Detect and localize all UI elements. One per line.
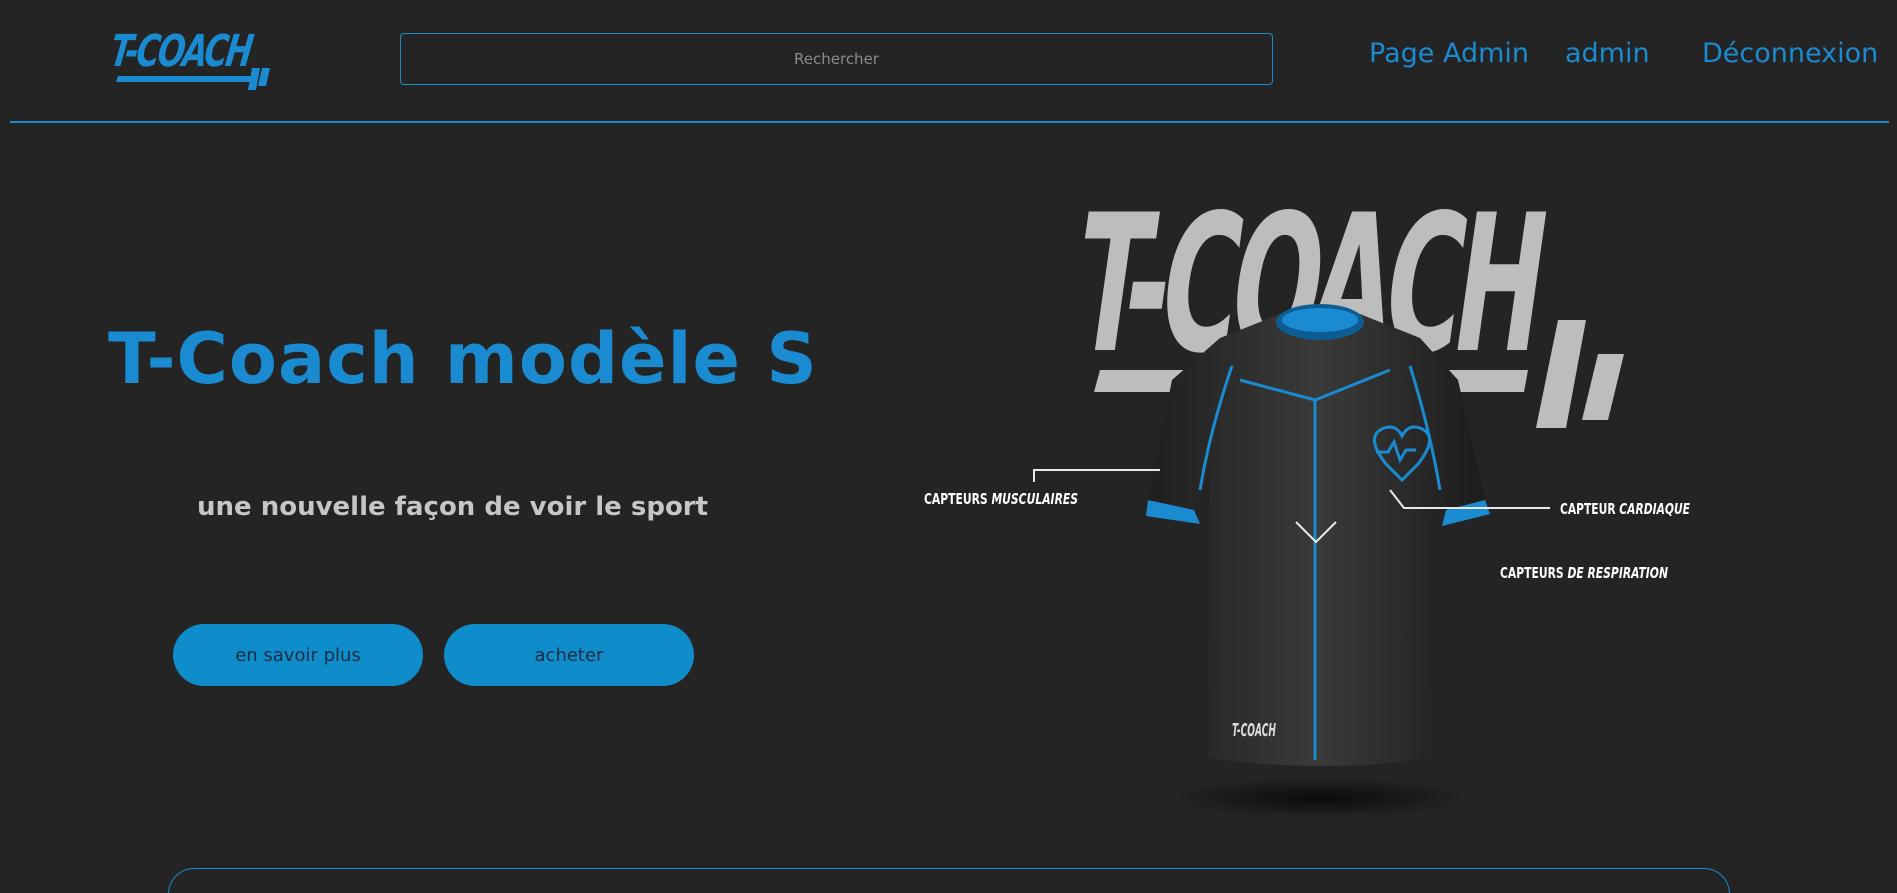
header-divider xyxy=(10,121,1889,123)
smart-shirt-illustration: T-COACH T-COACH CAPTEURS MUSCULAIRES CAP… xyxy=(924,175,1691,818)
svg-text:T-COACH: T-COACH xyxy=(112,26,256,77)
nav-page-admin-link[interactable]: Page Admin xyxy=(1369,38,1529,69)
learn-more-button[interactable]: en savoir plus xyxy=(173,624,423,686)
page: T-COACH Page Admin admin Déconnexion T-C… xyxy=(0,0,1897,893)
svg-text:CAPTEUR CARDIAQUE: CAPTEUR CARDIAQUE xyxy=(1560,500,1691,518)
nav-admin-link[interactable]: admin xyxy=(1565,38,1650,69)
nav-logout-link[interactable]: Déconnexion xyxy=(1702,38,1878,69)
svg-text:CAPTEURS DE RESPIRATION: CAPTEURS DE RESPIRATION xyxy=(1500,564,1668,582)
buy-button[interactable]: acheter xyxy=(444,624,694,686)
bottom-card xyxy=(168,868,1730,893)
brand-logo[interactable]: T-COACH xyxy=(107,14,272,94)
product-image: T-COACH T-COACH CAPTEURS MUSCULAIRES CAP… xyxy=(910,170,1720,830)
t-coach-logo-icon: T-COACH xyxy=(107,26,270,90)
hero-title: T-Coach modèle S xyxy=(108,318,818,400)
svg-text:CAPTEURS MUSCULAIRES: CAPTEURS MUSCULAIRES xyxy=(924,490,1078,508)
hero-subtitle: une nouvelle façon de voir le sport xyxy=(197,492,709,522)
search-input[interactable] xyxy=(400,33,1273,85)
svg-text:T-COACH: T-COACH xyxy=(1232,720,1276,741)
